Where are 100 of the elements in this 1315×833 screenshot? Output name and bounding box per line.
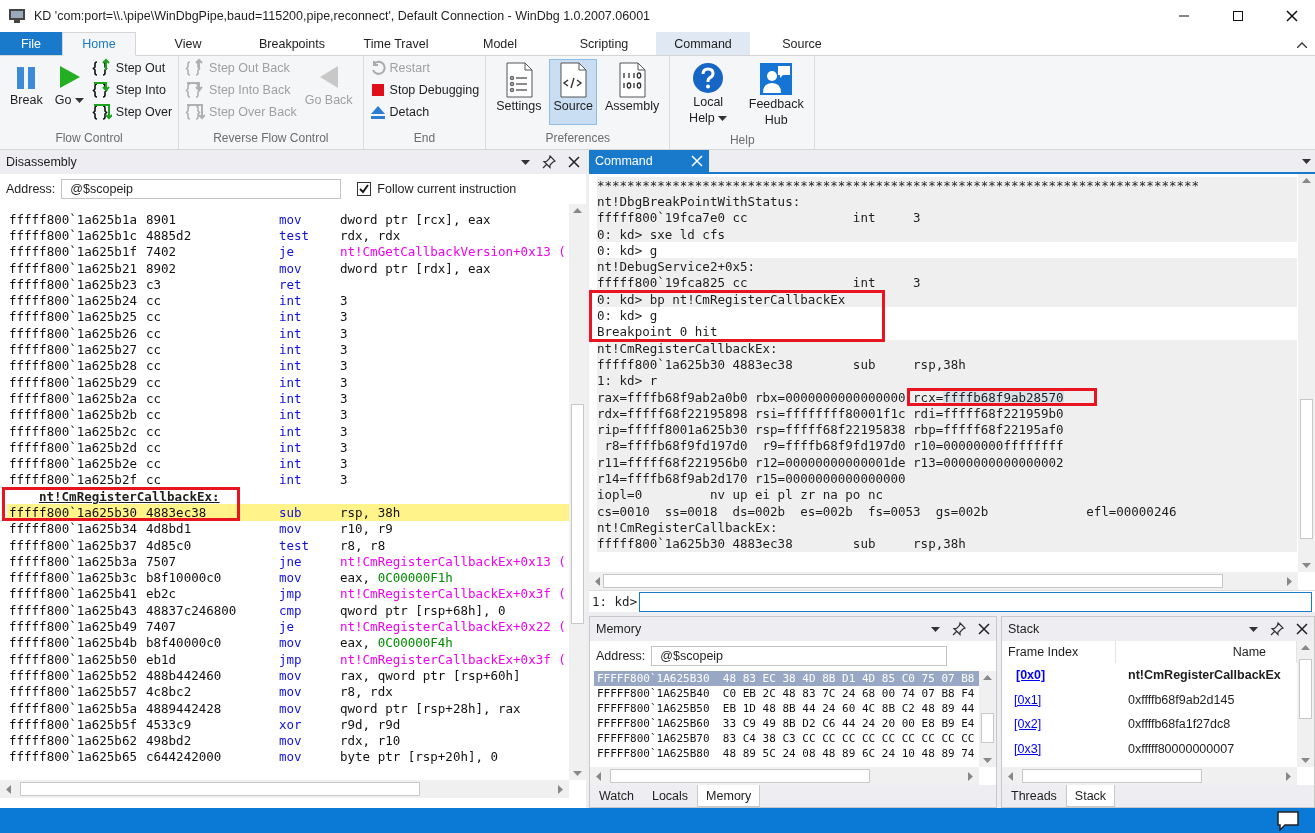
- scrollbar-thumb[interactable]: [20, 782, 420, 796]
- bytes-text: eb1d: [146, 651, 178, 667]
- jump-target-link[interactable]: nt!CmRegisterCallbackEx+0x3f (: [340, 651, 566, 667]
- pin-icon: [952, 622, 966, 636]
- address-text: fffff800`1a625b65: [9, 749, 138, 765]
- ribbon-tab[interactable]: View: [136, 32, 240, 55]
- ribbon-button[interactable]: Settings: [492, 59, 546, 117]
- horizontal-scrollbar[interactable]: [589, 572, 1298, 590]
- ribbon-tab[interactable]: Time Travel: [344, 32, 448, 55]
- ribbon-button[interactable]: Source: [549, 59, 598, 125]
- address-text: fffff800`1a625b3a: [9, 553, 138, 569]
- ribbon-button[interactable]: Step Out: [91, 59, 173, 77]
- bytes-text: cc: [146, 374, 163, 390]
- horizontal-scrollbar[interactable]: [0, 780, 569, 798]
- operand-text: r10, r9: [340, 521, 393, 537]
- jump-target-link[interactable]: nt!CmRegisterCallbackEx+0x13 (: [340, 553, 566, 569]
- frame-link[interactable]: [0x0]: [1002, 668, 1128, 683]
- mnemonic-text: sub: [279, 505, 303, 520]
- horizontal-scrollbar[interactable]: [1002, 767, 1297, 785]
- stack-row[interactable]: [0x0] nt!CmRegisterCallbackEx: [1002, 663, 1297, 688]
- panel-tab[interactable]: Command: [589, 150, 709, 172]
- scrollbar-thumb[interactable]: [1299, 659, 1312, 719]
- dropdown-caret-icon: [931, 627, 940, 633]
- memory-row[interactable]: FFFFF800`1A625B40 C0 EB 2C 48 83 7C 24 68 00 74 07 B8 F4: [594, 686, 979, 701]
- bytes-text: b8f40000c0: [146, 635, 223, 651]
- panel-tab[interactable]: Threads: [1002, 785, 1066, 807]
- ribbon-tab[interactable]: Scripting: [552, 32, 656, 55]
- vertical-scrollbar[interactable]: [1298, 174, 1315, 572]
- address-field[interactable]: @$scopeip: [61, 179, 342, 199]
- stack-row[interactable]: [0x2] 0xffffb68fa1f27dc8: [1002, 712, 1297, 737]
- bytes-text: cc: [146, 309, 163, 325]
- mnemonic-text: mov: [279, 570, 303, 586]
- settings-document-icon: [503, 62, 534, 98]
- ribbon-button[interactable]: Stop Debugging: [369, 81, 480, 99]
- vertical-scrollbar[interactable]: [569, 204, 586, 780]
- debugger-app-icon: [8, 8, 26, 24]
- ribbon-button[interactable]: Step Into: [91, 81, 173, 99]
- memory-row[interactable]: FFFFF800`1A625B50 EB 1D 48 8B 44 24 60 4C 8B C2 48 89 44: [594, 701, 979, 716]
- panel-title: Disassembly: [6, 155, 78, 169]
- mnemonic-text: mov: [279, 211, 303, 227]
- scrollbar-thumb[interactable]: [1300, 399, 1313, 539]
- column-header[interactable]: Frame Index: [1002, 641, 1116, 663]
- ribbon-button[interactable]: Step Over: [91, 103, 173, 121]
- panel-tab[interactable]: Watch: [590, 785, 643, 807]
- mnemonic-text: je: [279, 244, 296, 260]
- address-text: fffff800`1a625b34: [9, 521, 138, 537]
- mnemonic-text: xor: [279, 716, 303, 732]
- scroll-left-arrow-icon: [1006, 771, 1015, 781]
- ribbon-tab[interactable]: Breakpoints: [240, 32, 344, 55]
- scrollbar-thumb[interactable]: [571, 404, 584, 624]
- command-input[interactable]: [639, 591, 1312, 612]
- memory-row[interactable]: FFFFF800`1A625B60 33 C9 49 8B D2 C6 44 24 20 00 E8 B9 E4: [594, 716, 979, 731]
- ribbon-button[interactable]: Detach: [369, 103, 480, 121]
- ribbon-button[interactable]: Break: [6, 59, 47, 111]
- ribbon-button[interactable]: Local Help: [676, 59, 741, 129]
- ribbon-tab[interactable]: Model: [448, 32, 552, 55]
- operand-text: dword ptr [rcx], eax: [340, 211, 491, 227]
- address-text: fffff800`1a625b50: [9, 651, 138, 667]
- group-label: Help: [728, 132, 756, 149]
- stack-row[interactable]: [0x3] 0xfffff80000000007: [1002, 736, 1297, 761]
- address-text: fffff800`1a625b30: [9, 505, 138, 520]
- ribbon-button[interactable]: Assembly: [601, 59, 664, 117]
- ribbon-tab[interactable]: File: [0, 32, 62, 55]
- panel-tab[interactable]: Locals: [642, 785, 698, 807]
- memory-row[interactable]: FFFFF800`1A625B80 48 89 5C 24 08 48 89 6C 24 10 48 89 74: [594, 746, 979, 761]
- frame-link[interactable]: [0x3]: [1002, 741, 1128, 756]
- stack-row[interactable]: [0x1] 0xffffb68f9ab2d145: [1002, 687, 1297, 712]
- jump-target-link[interactable]: nt!CmRegisterCallbackEx+0x3f (: [340, 586, 566, 602]
- horizontal-scrollbar[interactable]: [590, 767, 979, 785]
- bytes-text: eb2c: [146, 586, 178, 602]
- ribbon-tab[interactable]: Home: [62, 32, 136, 56]
- jump-target-link[interactable]: nt!CmGetCallbackVersion+0x13 (: [340, 244, 566, 260]
- scrollbar-thumb[interactable]: [981, 713, 994, 743]
- ribbon-button[interactable]: Go: [50, 59, 88, 111]
- address-text: fffff800`1a625b2c: [9, 423, 138, 439]
- ribbon-button[interactable]: Feedback Hub: [744, 59, 809, 131]
- panel-tab[interactable]: Memory: [697, 785, 761, 807]
- jump-target-link[interactable]: nt!CmRegisterCallbackEx+0x22 (: [340, 619, 566, 635]
- close-icon: [568, 156, 580, 168]
- vertical-scrollbar[interactable]: [979, 671, 996, 767]
- ribbon-tab[interactable]: Source: [750, 32, 854, 55]
- scrollbar-thumb[interactable]: [603, 574, 1223, 588]
- frame-link[interactable]: [0x2]: [1002, 717, 1128, 732]
- address-text: fffff800`1a625b2f: [9, 472, 138, 488]
- ribbon-tab[interactable]: Command: [656, 32, 750, 55]
- address-field[interactable]: @$scopeip: [651, 646, 948, 666]
- operand-text: 3: [340, 456, 348, 472]
- binary-document-icon: [617, 62, 648, 98]
- frame-link[interactable]: [0x1]: [1002, 692, 1128, 707]
- memory-row[interactable]: FFFFF800`1A625B70 83 C4 38 C3 CC CC CC CC CC CC CC CC CC: [594, 731, 979, 746]
- scrollbar-thumb[interactable]: [1022, 769, 1202, 783]
- checkbox[interactable]: [357, 182, 372, 196]
- panel-tab[interactable]: Stack: [1065, 785, 1116, 807]
- vertical-scrollbar[interactable]: [1297, 641, 1314, 767]
- menu-caret-icon: [718, 116, 728, 122]
- operand-text: 3: [340, 407, 348, 423]
- bytes-text: cc: [146, 325, 163, 341]
- operand-text: r9d, r9d: [340, 716, 401, 732]
- operand-text: 3: [340, 439, 348, 455]
- scrollbar-thumb[interactable]: [610, 769, 870, 783]
